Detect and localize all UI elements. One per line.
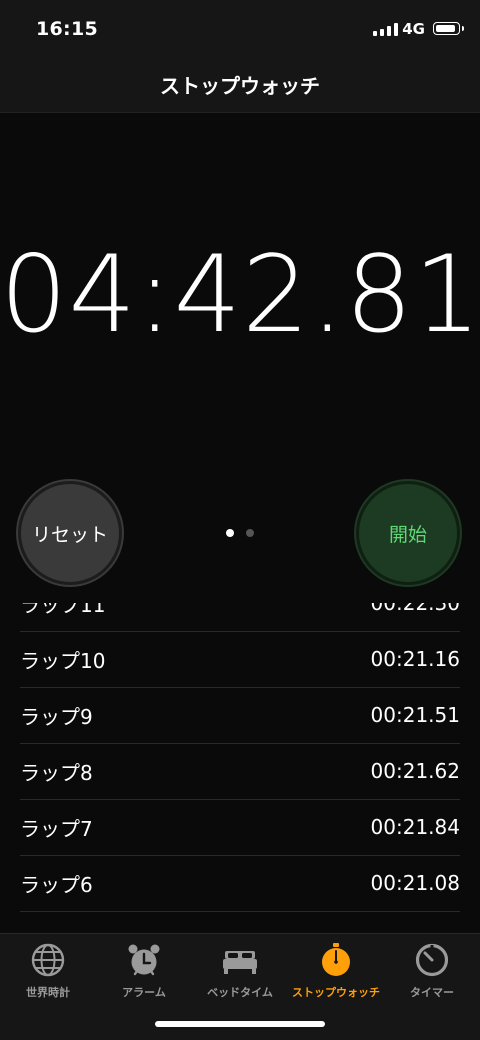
stopwatch-display: 04:42.81 xyxy=(0,233,480,356)
tab-timer[interactable]: タイマー xyxy=(384,942,480,1000)
navigation-bar: ストップウォッチ xyxy=(0,56,480,113)
tab-label: ストップウォッチ xyxy=(292,986,380,999)
page-dot-2 xyxy=(246,529,254,537)
list-item: ラップ10 00:21.16 xyxy=(20,631,460,688)
start-button[interactable]: 開始 xyxy=(356,481,460,585)
tab-label: タイマー xyxy=(410,986,454,999)
lap-time: 00:22.30 xyxy=(370,603,460,615)
list-item: ラップ6 00:21.08 xyxy=(20,855,460,912)
tab-bedtime[interactable]: ベッドタイム xyxy=(192,942,288,1000)
lap-list[interactable]: ラップ11 00:22.30 ラップ10 00:21.16 ラップ9 00:21… xyxy=(0,603,480,933)
status-time: 16:15 xyxy=(36,18,98,40)
reset-button[interactable]: リセット xyxy=(18,481,122,585)
stopwatch-icon xyxy=(322,943,350,976)
tab-world-clock[interactable]: 世界時計 xyxy=(0,942,96,1000)
page-dot-1 xyxy=(226,529,234,537)
lap-label: ラップ8 xyxy=(20,760,93,785)
alarm-clock-icon xyxy=(128,944,160,976)
stopwatch-panel[interactable]: 04:42.81 リセット 開始 ラップ11 00:22.30 ラップ10 00… xyxy=(0,113,480,933)
lap-time: 00:21.16 xyxy=(370,647,460,671)
battery-icon xyxy=(433,22,464,35)
tab-label: 世界時計 xyxy=(26,986,70,999)
lap-label: ラップ7 xyxy=(20,816,93,841)
lap-time: 00:21.51 xyxy=(370,703,460,727)
list-item: ラップ9 00:21.51 xyxy=(20,687,460,744)
list-item: ラップ7 00:21.84 xyxy=(20,799,460,856)
lap-time: 00:21.08 xyxy=(370,871,460,895)
status-bar: 16:15 4G xyxy=(0,0,480,56)
lap-time: 00:21.84 xyxy=(370,815,460,839)
list-item: ラップ8 00:21.62 xyxy=(20,743,460,800)
tab-stopwatch[interactable]: ストップウォッチ xyxy=(288,942,384,1000)
tab-alarm[interactable]: アラーム xyxy=(96,942,192,1000)
signal-icon xyxy=(373,22,398,36)
bed-icon xyxy=(223,951,257,974)
lap-label: ラップ11 xyxy=(20,603,106,617)
network-type: 4G xyxy=(402,20,425,38)
list-item: ラップ11 00:22.30 xyxy=(20,603,460,632)
lap-label: ラップ9 xyxy=(20,704,93,729)
page-indicator[interactable] xyxy=(226,529,254,537)
home-indicator[interactable] xyxy=(155,1021,325,1027)
tab-label: アラーム xyxy=(122,986,166,999)
lap-time: 00:21.62 xyxy=(370,759,460,783)
tab-label: ベッドタイム xyxy=(207,986,273,999)
page-title: ストップウォッチ xyxy=(160,74,320,98)
lap-label: ラップ6 xyxy=(20,872,93,897)
globe-icon xyxy=(31,943,65,977)
timer-icon xyxy=(415,943,449,977)
lap-label: ラップ10 xyxy=(20,648,106,673)
